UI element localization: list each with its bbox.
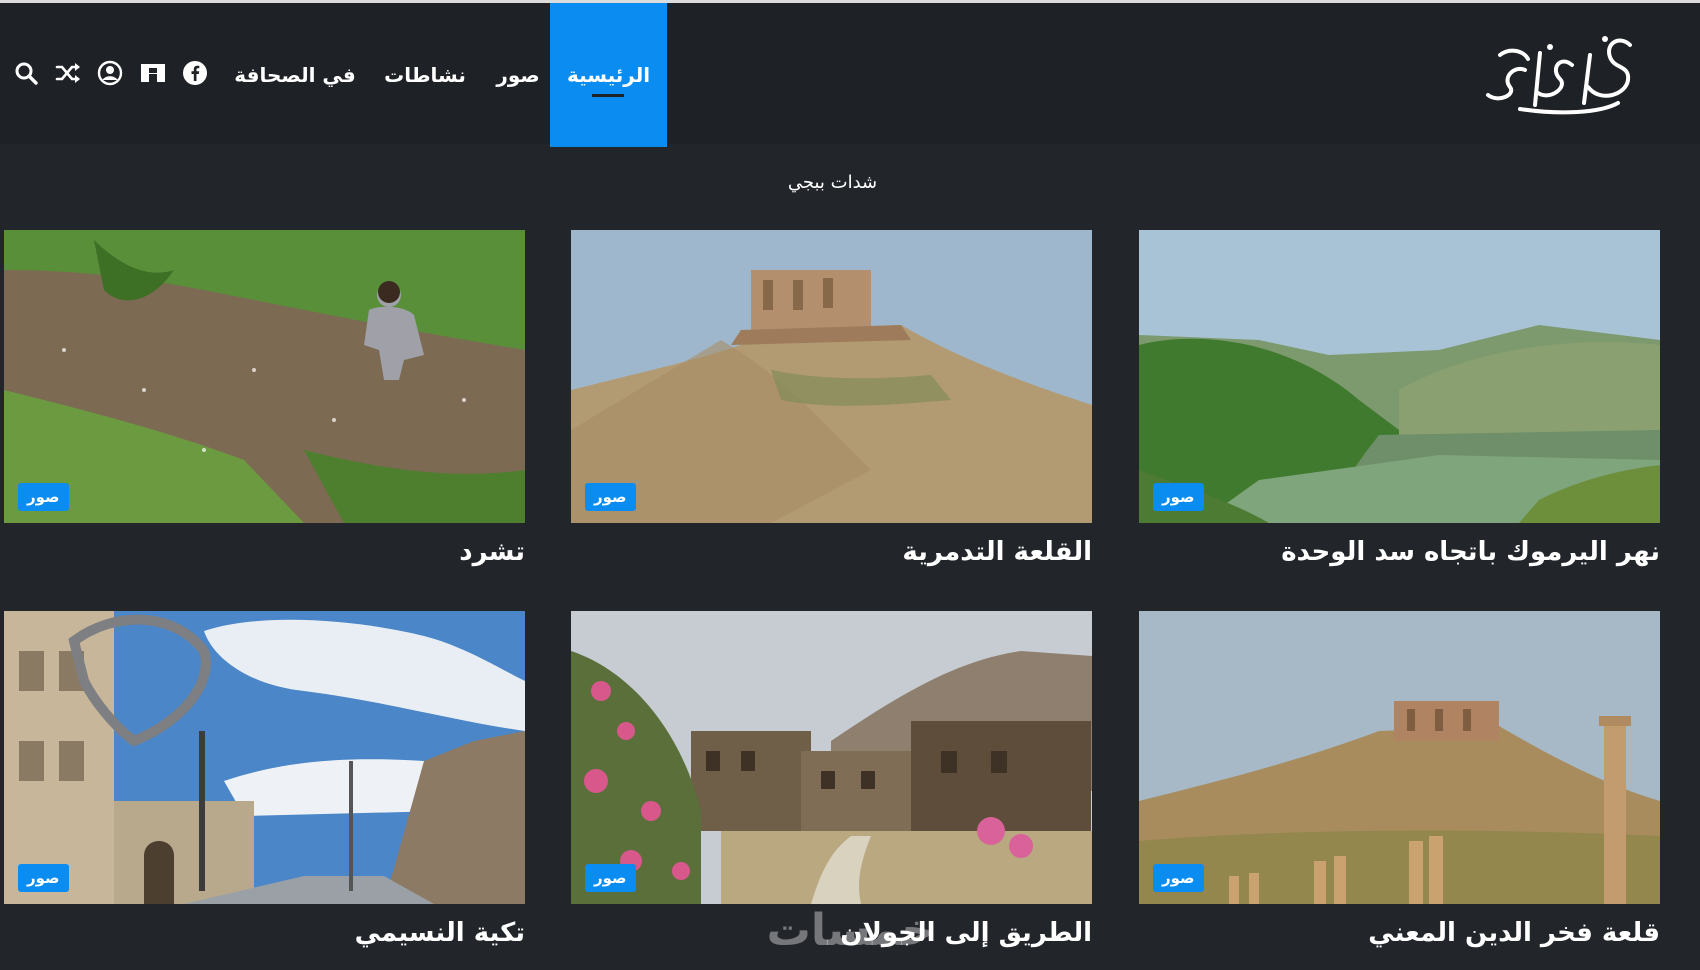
post-card[interactable]: صور تشرد — [4, 230, 525, 567]
post-thumbnail[interactable]: صور — [571, 230, 1092, 523]
section-title: شدات ببجي — [787, 172, 878, 193]
post-thumbnail[interactable]: صور — [1139, 230, 1660, 523]
river-landscape-image — [1139, 230, 1660, 523]
nav-press[interactable]: في الصحافة — [230, 3, 360, 147]
category-badge[interactable]: صور — [18, 483, 69, 511]
post-thumbnail[interactable]: صور — [1139, 611, 1660, 904]
fortress-columns-image — [1139, 611, 1660, 904]
category-badge[interactable]: صور — [1153, 483, 1204, 511]
category-badge[interactable]: صور — [585, 483, 636, 511]
castle-hill-image — [571, 230, 1092, 523]
brand-icon[interactable] — [139, 59, 167, 87]
post-card[interactable]: صور قلعة فخر الدين المعني — [1139, 611, 1660, 948]
watermark: خمسات — [766, 905, 934, 956]
nav-home[interactable]: الرئيسية — [550, 3, 667, 147]
site-header: الرئيسية صور نشاطات في الصحافة — [0, 0, 1700, 147]
post-card[interactable]: صور الطريق إلى الجولان — [571, 611, 1092, 948]
facebook-icon[interactable] — [181, 59, 209, 87]
post-thumbnail[interactable]: صور — [4, 611, 525, 904]
nav-home-label: الرئيسية — [566, 63, 651, 87]
nav-activities-label: نشاطات — [384, 63, 466, 87]
post-card[interactable]: صور نهر اليرموك باتجاه سد الوحدة — [1139, 230, 1660, 567]
site-logo[interactable] — [1480, 25, 1655, 121]
nav-photos-label: صور — [496, 63, 540, 87]
ruined-road-image — [571, 611, 1092, 904]
post-title[interactable]: القلعة التدمرية — [571, 537, 1092, 567]
nav-activities[interactable]: نشاطات — [375, 3, 475, 147]
logo-calligraphy-icon — [1486, 36, 1632, 115]
post-card[interactable]: صور القلعة التدمرية — [571, 230, 1092, 567]
category-badge[interactable]: صور — [18, 864, 69, 892]
nav-photos[interactable]: صور — [488, 3, 548, 147]
nav-press-label: في الصحافة — [234, 63, 356, 87]
post-title[interactable]: نهر اليرموك باتجاه سد الوحدة — [1139, 537, 1660, 567]
post-card[interactable]: صور تكية النسيمي — [4, 611, 525, 948]
post-thumbnail[interactable]: صور — [571, 611, 1092, 904]
search-icon[interactable] — [12, 59, 40, 87]
old-street-image — [4, 611, 525, 904]
category-badge[interactable]: صور — [585, 864, 636, 892]
category-badge[interactable]: صور — [1153, 864, 1204, 892]
user-icon[interactable] — [96, 59, 124, 87]
shuffle-icon[interactable] — [54, 59, 82, 87]
post-title[interactable]: تشرد — [4, 537, 525, 567]
post-thumbnail[interactable]: صور — [4, 230, 525, 523]
post-title[interactable]: قلعة فخر الدين المعني — [1139, 918, 1660, 948]
child-grass-image — [4, 230, 525, 523]
post-title[interactable]: تكية النسيمي — [4, 918, 525, 948]
